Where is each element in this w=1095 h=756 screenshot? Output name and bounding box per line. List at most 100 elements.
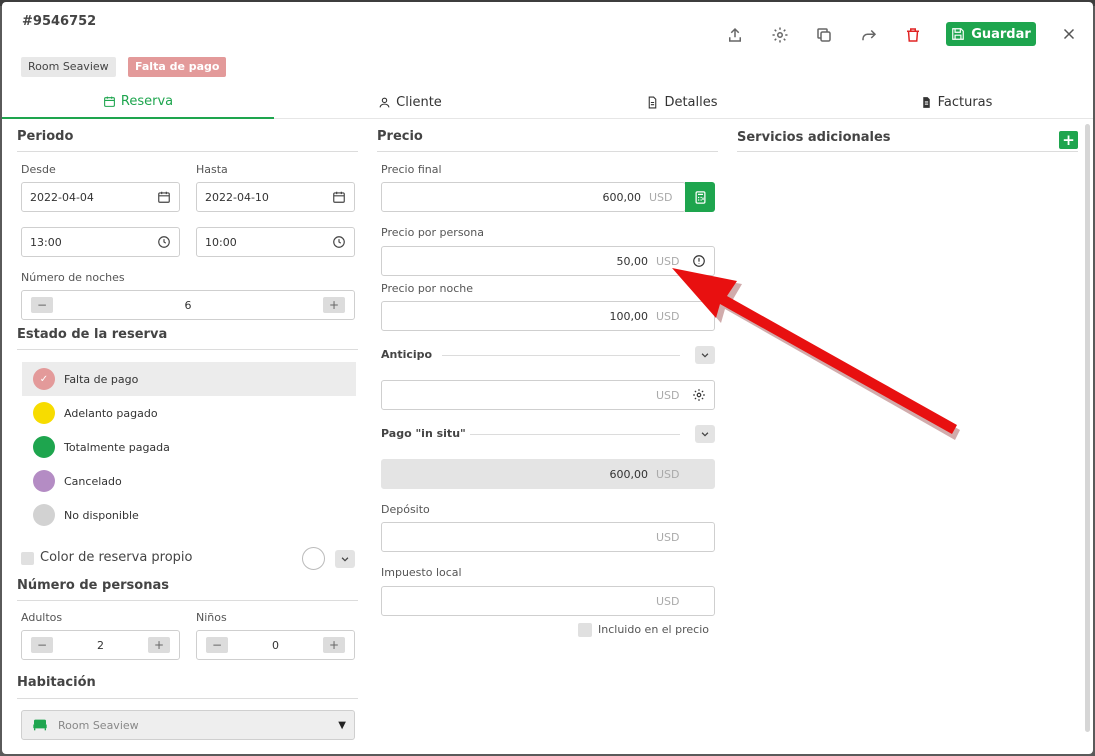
trash-icon[interactable] xyxy=(904,26,922,44)
impuesto-input[interactable]: USD xyxy=(381,586,715,616)
status-option-falta-de-pago[interactable]: ✓ Falta de pago xyxy=(22,362,356,396)
precio-persona-label: Precio por persona xyxy=(381,226,484,239)
upload-icon[interactable] xyxy=(726,26,744,44)
personas-heading: Número de personas xyxy=(17,578,169,593)
room-select[interactable]: Room Seaview ▼ xyxy=(21,710,355,740)
scrollbar[interactable] xyxy=(1085,124,1090,732)
desde-date-value: 2022-04-04 xyxy=(30,190,94,204)
status-label: Falta de pago xyxy=(64,372,139,386)
desde-date-input[interactable]: 2022-04-04 xyxy=(21,182,180,212)
servicios-heading: Servicios adicionales xyxy=(737,130,891,145)
gear-icon[interactable] xyxy=(692,388,706,402)
desde-label: Desde xyxy=(21,163,56,176)
incluido-label: Incluido en el precio xyxy=(598,623,709,636)
minus-button[interactable]: − xyxy=(31,297,53,313)
status-color-dot: ✓ xyxy=(33,368,55,390)
status-label: Cancelado xyxy=(64,474,122,488)
currency-label: USD xyxy=(656,388,680,402)
adultos-stepper: − 2 + xyxy=(21,630,180,660)
tab-label: Facturas xyxy=(937,95,993,110)
currency-label: USD xyxy=(656,594,680,608)
status-option-cancelado[interactable]: Cancelado xyxy=(22,464,356,498)
status-color-dot xyxy=(33,402,55,424)
chevron-down-icon[interactable] xyxy=(695,346,715,364)
precio-noche-value: 100,00 xyxy=(609,309,649,323)
tab-facturas[interactable]: Facturas xyxy=(820,86,1092,119)
hasta-date-value: 2022-04-10 xyxy=(205,190,269,204)
adultos-label: Adultos xyxy=(21,611,63,624)
copy-icon[interactable] xyxy=(815,26,833,44)
invoice-icon xyxy=(922,97,930,108)
clock-icon xyxy=(332,235,346,249)
minus-button[interactable]: − xyxy=(31,637,53,653)
close-icon[interactable] xyxy=(1060,25,1078,43)
currency-label: USD xyxy=(649,190,673,204)
insitu-value: 600,00 xyxy=(609,467,649,481)
calculator-button[interactable] xyxy=(685,182,715,212)
status-option-no-disponible[interactable]: No disponible xyxy=(22,498,356,532)
clock-icon xyxy=(157,235,171,249)
precio-noche-label: Precio por noche xyxy=(381,282,474,295)
insitu-input: 600,00 USD xyxy=(381,459,715,489)
save-label: Guardar xyxy=(971,26,1031,42)
info-icon[interactable] xyxy=(692,254,706,268)
bed-icon xyxy=(33,719,47,731)
gear-icon[interactable] xyxy=(771,26,789,44)
hasta-time-input[interactable]: 10:00 xyxy=(196,227,355,257)
tab-label: Detalles xyxy=(664,95,718,110)
currency-label: USD xyxy=(656,530,680,544)
chevron-down-icon[interactable] xyxy=(695,425,715,443)
precio-persona-input[interactable]: 50,00 USD xyxy=(381,246,715,276)
anticipo-input[interactable]: USD xyxy=(381,380,715,410)
deposito-input[interactable]: USD xyxy=(381,522,715,552)
room-tag: Room Seaview xyxy=(21,57,116,77)
tab-reserva[interactable]: Reserva xyxy=(2,86,274,119)
status-label: Adelanto pagado xyxy=(64,406,158,420)
payment-status-tag: Falta de pago xyxy=(128,57,227,77)
ninos-label: Niños xyxy=(196,611,227,624)
tab-bar: Reserva Cliente Detalles Facturas xyxy=(2,86,1093,119)
minus-button[interactable]: − xyxy=(206,637,228,653)
tab-detalles[interactable]: Detalles xyxy=(546,86,818,119)
plus-button[interactable]: + xyxy=(148,637,170,653)
user-icon xyxy=(379,97,390,108)
save-button[interactable]: Guardar xyxy=(946,22,1036,46)
room-select-value: Room Seaview xyxy=(58,718,139,732)
currency-label: USD xyxy=(656,467,680,481)
desde-time-input[interactable]: 13:00 xyxy=(21,227,180,257)
divider xyxy=(17,151,358,152)
hasta-date-input[interactable]: 2022-04-10 xyxy=(196,182,355,212)
precio-noche-input[interactable]: 100,00 USD xyxy=(381,301,715,331)
incluido-checkbox[interactable] xyxy=(578,623,592,637)
nights-label: Número de noches xyxy=(21,271,125,284)
anticipo-label: Anticipo xyxy=(381,348,433,361)
calculator-icon xyxy=(695,190,705,204)
custom-color-checkbox[interactable] xyxy=(21,552,34,565)
share-icon[interactable] xyxy=(860,26,878,44)
divider xyxy=(442,355,680,356)
add-service-button[interactable]: + xyxy=(1059,131,1078,149)
precio-final-input[interactable]: 600,00 USD xyxy=(381,182,686,212)
desde-time-value: 13:00 xyxy=(30,235,62,249)
status-color-dot xyxy=(33,504,55,526)
adultos-value: 2 xyxy=(97,638,104,652)
plus-button[interactable]: + xyxy=(323,297,345,313)
precio-heading: Precio xyxy=(377,129,423,144)
divider xyxy=(17,600,358,601)
tab-cliente[interactable]: Cliente xyxy=(274,86,546,119)
currency-label: USD xyxy=(656,309,680,323)
chevron-down-icon[interactable] xyxy=(335,550,355,568)
precio-final-label: Precio final xyxy=(381,163,442,176)
hasta-label: Hasta xyxy=(196,163,228,176)
status-color-dot xyxy=(33,470,55,492)
calendar-icon xyxy=(157,190,171,204)
nights-value: 6 xyxy=(184,298,192,312)
plus-button[interactable]: + xyxy=(323,637,345,653)
divider xyxy=(17,698,358,699)
status-option-adelanto-pagado[interactable]: Adelanto pagado xyxy=(22,396,356,430)
currency-label: USD xyxy=(656,254,680,268)
ninos-stepper: − 0 + xyxy=(196,630,355,660)
color-picker-swatch[interactable] xyxy=(302,547,325,570)
status-option-totalmente-pagada[interactable]: Totalmente pagada xyxy=(22,430,356,464)
impuesto-label: Impuesto local xyxy=(381,566,462,579)
